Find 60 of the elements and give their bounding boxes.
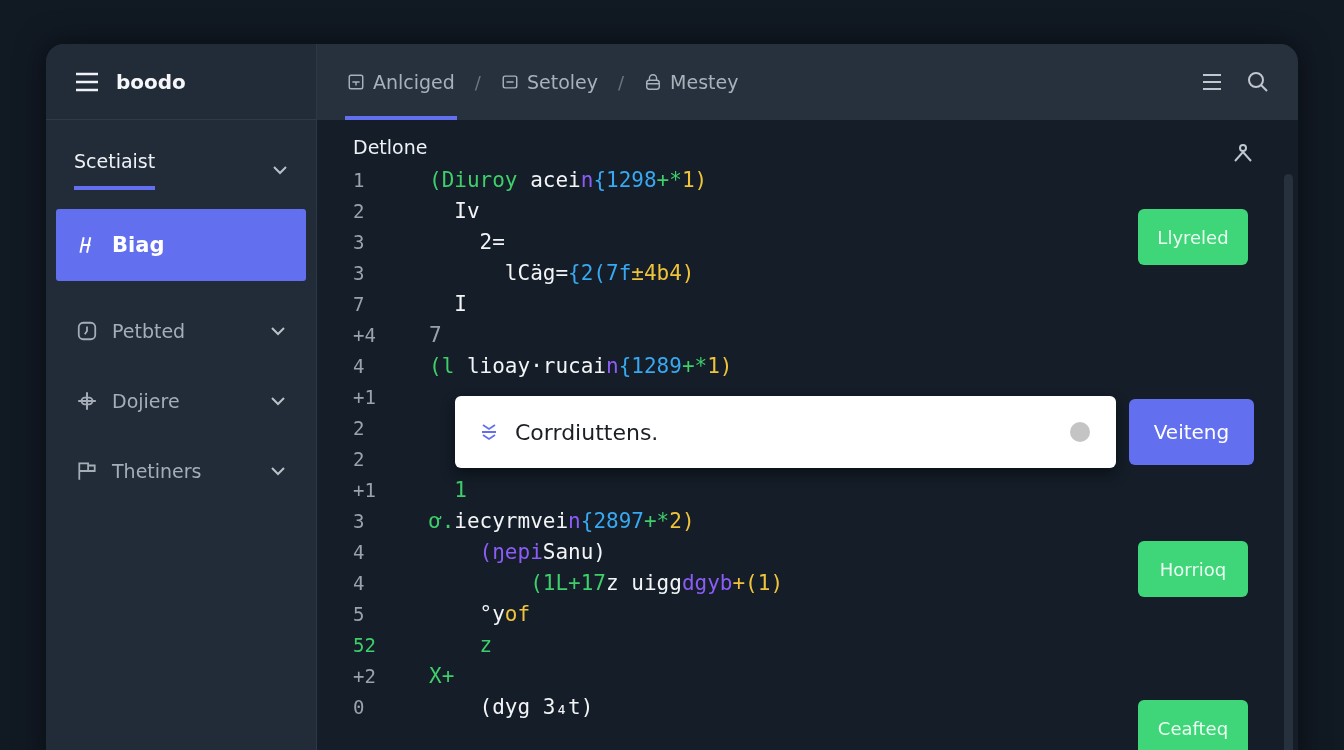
code-line: X+ bbox=[429, 663, 455, 688]
code-line: 7 bbox=[429, 322, 442, 347]
line-number: 52 bbox=[353, 633, 377, 656]
menu-icon[interactable] bbox=[74, 70, 100, 93]
square-icon bbox=[347, 73, 365, 91]
breadcrumb-separator: / bbox=[474, 71, 481, 93]
sidebar-item[interactable]: Petbted bbox=[56, 295, 306, 367]
chevron-icon[interactable] bbox=[268, 464, 288, 478]
chevron-icon[interactable] bbox=[268, 324, 288, 338]
line-number: 4 bbox=[353, 571, 366, 594]
line-number: 7 bbox=[353, 292, 366, 315]
sidebar-item[interactable]: Biag bbox=[56, 209, 306, 281]
line-number: +1 bbox=[353, 478, 377, 501]
person-icon[interactable] bbox=[1232, 142, 1254, 164]
line-number: 3 bbox=[353, 261, 366, 284]
tab[interactable]: Mestey bbox=[642, 44, 741, 120]
line-number: +1 bbox=[353, 385, 377, 408]
square-icon bbox=[500, 73, 519, 91]
cross-icon bbox=[76, 390, 98, 412]
breadcrumb-separator: / bbox=[618, 71, 625, 93]
code-line: 2= bbox=[478, 229, 505, 254]
editor-title: Detlone bbox=[353, 135, 429, 160]
lock-icon bbox=[644, 73, 663, 91]
code-line: ơ.iecyrmvein{2897+*2) bbox=[429, 508, 695, 533]
section-heading[interactable]: Scetiaist bbox=[74, 150, 156, 190]
line-number: 5 bbox=[353, 602, 366, 625]
sidebar-item[interactable]: Dojiere bbox=[56, 365, 306, 437]
line-number: 2 bbox=[353, 416, 366, 439]
line-number: 3 bbox=[353, 230, 366, 253]
line-number: 1 bbox=[353, 168, 366, 191]
sidebar-item[interactable]: Thetiners bbox=[56, 435, 306, 507]
code-line: lCäg={2(7f±4b4) bbox=[503, 260, 695, 285]
tab[interactable]: Setoley bbox=[498, 44, 600, 120]
code-line: Iv bbox=[453, 198, 480, 223]
input-field[interactable]: Corrdiuttens. bbox=[455, 396, 1116, 468]
chevron-icon[interactable] bbox=[270, 163, 290, 177]
code-line: (1L+17z uiggdgyb+(1) bbox=[529, 570, 784, 595]
code-line: °yof bbox=[478, 601, 531, 626]
line-number: 2 bbox=[353, 199, 366, 222]
code-line: (dyg 3₄t) bbox=[478, 694, 594, 719]
code-line: z bbox=[478, 632, 493, 657]
line-number: 0 bbox=[353, 695, 366, 718]
code-line: (ŋepiSanu) bbox=[478, 539, 606, 564]
clock-icon bbox=[76, 320, 98, 342]
line-number: +2 bbox=[353, 664, 377, 687]
line-number: +4 bbox=[353, 323, 377, 346]
line-number: 3 bbox=[353, 509, 366, 532]
code-line: 1 bbox=[453, 477, 467, 502]
chevrons-icon bbox=[479, 422, 499, 442]
line-number: 4 bbox=[353, 540, 366, 563]
code-line: (l lioay·rucain{1289+*1) bbox=[429, 353, 733, 378]
app-name: boodo bbox=[116, 69, 186, 94]
search-icon[interactable] bbox=[1246, 70, 1270, 94]
line-number: 4 bbox=[353, 354, 366, 377]
submit-button[interactable]: Veiteng bbox=[1129, 399, 1254, 465]
code-line: I bbox=[453, 291, 467, 316]
line-number: 2 bbox=[353, 447, 366, 470]
code-line: (Diuroy acein{1298+*1) bbox=[429, 167, 708, 192]
flag-icon bbox=[76, 460, 98, 482]
chevron-icon[interactable] bbox=[268, 394, 288, 408]
